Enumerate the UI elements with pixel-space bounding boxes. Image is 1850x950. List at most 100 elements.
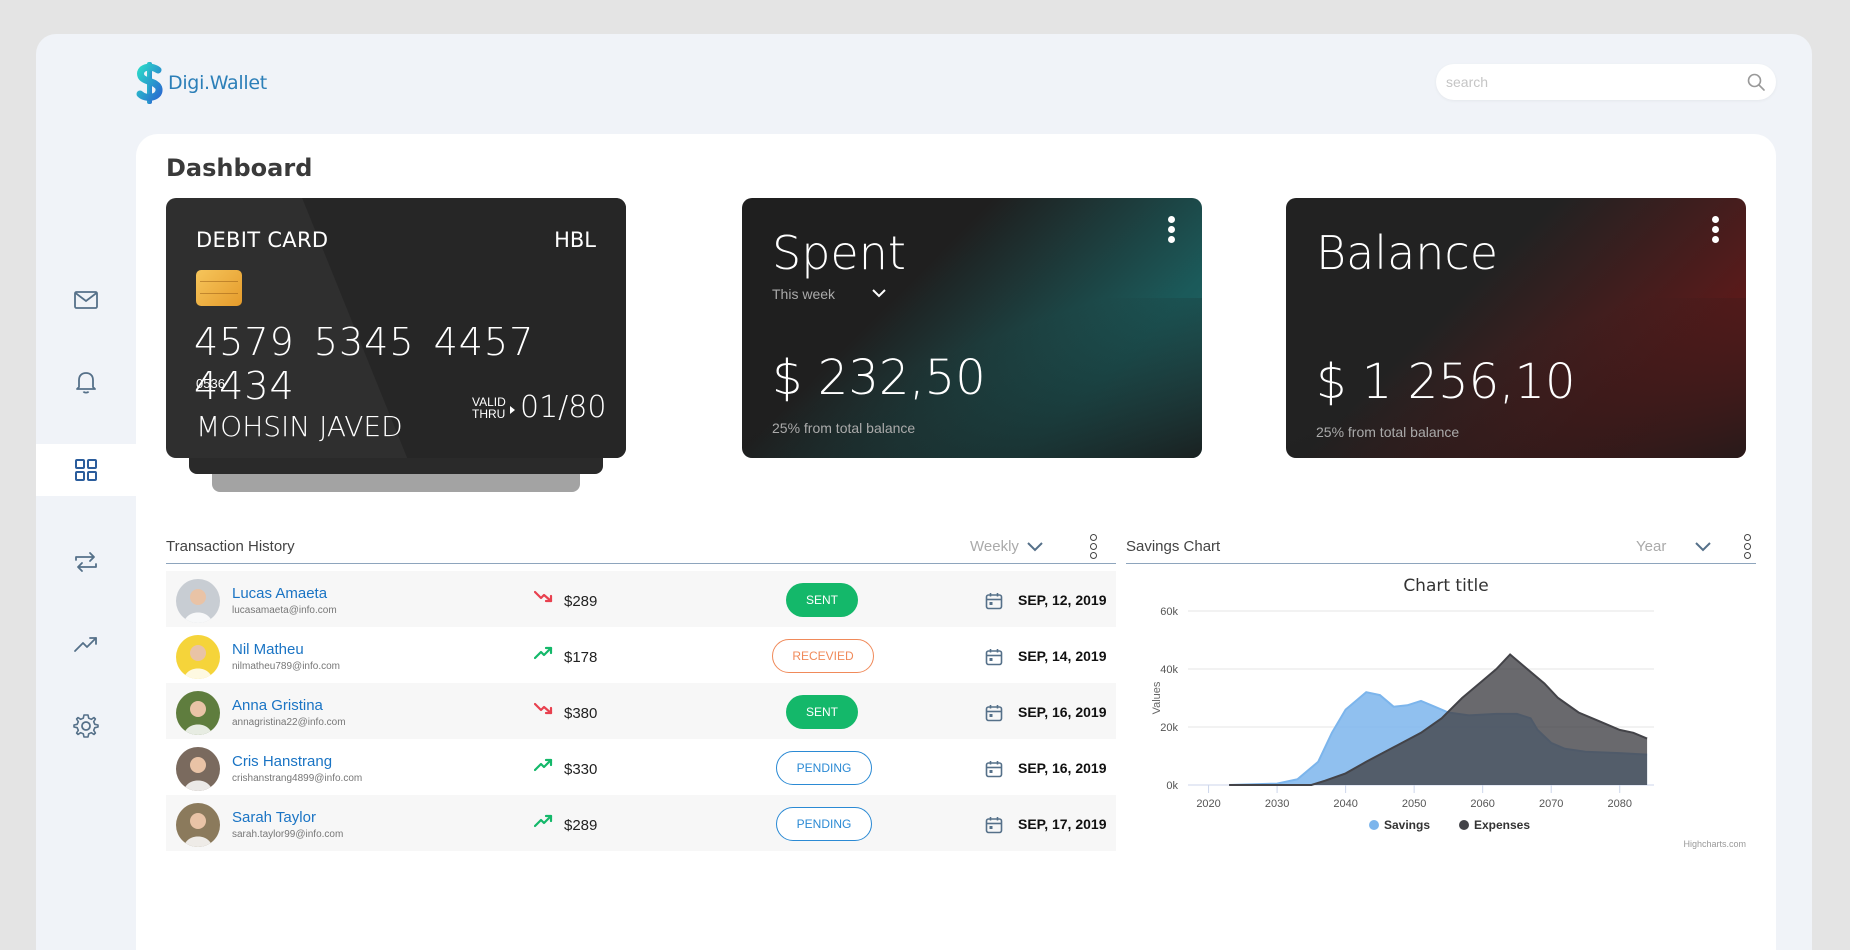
valid-thru-label: VALID THRU xyxy=(472,396,514,420)
calendar-icon xyxy=(984,591,1004,611)
card-code: 0536 xyxy=(196,376,225,391)
gear-icon xyxy=(73,714,99,738)
contact-email: lucasamaeta@info.com xyxy=(232,605,337,616)
contact-name[interactable]: Cris Hanstrang xyxy=(232,753,332,770)
spent-amount: $ 232,50 xyxy=(772,350,986,406)
contact-name[interactable]: Sarah Taylor xyxy=(232,809,316,826)
y-tick-label: 20k xyxy=(1160,722,1178,734)
avatar xyxy=(176,579,220,623)
trend-icon xyxy=(74,637,97,652)
table-row[interactable]: Nil Matheu nilmatheu789@info.com $178 RECEV… xyxy=(166,627,1116,683)
status-badge[interactable]: SENT xyxy=(786,583,858,617)
transaction-amount: $289 xyxy=(564,593,598,610)
status-badge[interactable]: PENDING xyxy=(776,807,872,841)
arrow-right-icon xyxy=(510,406,515,414)
transaction-amount: $178 xyxy=(564,649,598,666)
more-vertical-icon[interactable] xyxy=(1742,534,1752,560)
sidebar-item-dashboard[interactable] xyxy=(36,444,136,496)
trend-down-icon xyxy=(533,701,554,717)
avatar xyxy=(176,635,220,679)
sidebar-item-analytics[interactable] xyxy=(36,618,136,670)
contact-name[interactable]: Anna Gristina xyxy=(232,697,323,714)
status-badge[interactable]: SENT xyxy=(786,695,858,729)
x-tick-label: 2040 xyxy=(1333,798,1357,810)
search-input[interactable] xyxy=(1446,64,1736,100)
trend-up-icon xyxy=(533,757,554,773)
chevron-down-icon[interactable] xyxy=(1694,538,1712,554)
bell-icon xyxy=(76,372,96,394)
status-badge[interactable]: PENDING xyxy=(776,751,872,785)
y-tick-label: 0k xyxy=(1166,780,1178,792)
status-badge[interactable]: RECEVIED xyxy=(772,639,874,673)
more-vertical-icon[interactable] xyxy=(1710,216,1720,246)
contact-name[interactable]: Lucas Amaeta xyxy=(232,585,327,602)
y-tick-label: 60k xyxy=(1160,606,1178,618)
x-tick-label: 2020 xyxy=(1196,798,1220,810)
card-expiry: 01/80 xyxy=(520,390,607,425)
contact-email: crishanstrang4899@info.com xyxy=(232,773,363,784)
calendar-icon xyxy=(984,703,1004,723)
card-label: DEBIT CARD xyxy=(196,228,329,252)
transactions-list: Lucas Amaeta lucasamaeta@info.com $289 SENT… xyxy=(166,571,1116,851)
x-tick-label: 2080 xyxy=(1607,798,1631,810)
dollar-logo-icon xyxy=(136,60,166,106)
savings-header: Savings Chart Year xyxy=(1126,530,1756,564)
savings-title: Savings Chart xyxy=(1126,538,1221,555)
contact-email: nilmatheu789@info.com xyxy=(232,661,340,672)
sidebar-item-messages[interactable] xyxy=(36,274,136,326)
transactions-title: Transaction History xyxy=(166,538,295,555)
transaction-amount: $289 xyxy=(564,817,598,834)
grid-icon xyxy=(75,459,97,481)
table-row[interactable]: Anna Gristina annagristina22@info.com $380… xyxy=(166,683,1116,739)
main-panel: Dashboard DEBIT CARD HBL 4579 5345 4457 … xyxy=(136,134,1776,950)
table-row[interactable]: Cris Hanstrang crishanstrang4899@info.com… xyxy=(166,739,1116,795)
transactions-filter-select[interactable]: Weekly xyxy=(970,538,1019,555)
balance-title: Balance xyxy=(1316,226,1499,280)
transaction-date: SEP, 16, 2019 xyxy=(1018,760,1107,776)
page-title: Dashboard xyxy=(166,154,313,182)
contact-name[interactable]: Nil Matheu xyxy=(232,641,304,658)
transfer-icon xyxy=(75,552,97,572)
transaction-amount: $330 xyxy=(564,761,598,778)
spent-note: 25% from total balance xyxy=(772,420,916,436)
x-tick-label: 2060 xyxy=(1470,798,1494,810)
transaction-date: SEP, 14, 2019 xyxy=(1018,648,1107,664)
search-icon[interactable] xyxy=(1746,72,1766,92)
trend-up-icon xyxy=(533,645,554,661)
transaction-date: SEP, 17, 2019 xyxy=(1018,816,1107,832)
contact-email: annagristina22@info.com xyxy=(232,717,346,728)
mail-icon xyxy=(74,291,98,309)
y-axis-label: Values xyxy=(1151,681,1163,714)
logo[interactable]: Digi.Wallet xyxy=(136,60,267,106)
chevron-down-icon[interactable] xyxy=(870,286,888,300)
avatar xyxy=(176,691,220,735)
spent-card: Spent This week $ 232,50 25% from total … xyxy=(742,198,1202,458)
more-vertical-icon[interactable] xyxy=(1088,534,1098,560)
table-row[interactable]: Sarah Taylor sarah.taylor99@info.com $289 P… xyxy=(166,795,1116,851)
sidebar-item-notifications[interactable] xyxy=(36,356,136,408)
debit-card[interactable]: DEBIT CARD HBL 4579 5345 4457 4434 0536 … xyxy=(166,198,626,458)
chart-credit: Highcharts.com xyxy=(1683,839,1746,849)
trend-down-icon xyxy=(533,589,554,605)
balance-amount: $ 1 256,10 xyxy=(1316,354,1576,410)
more-vertical-icon[interactable] xyxy=(1166,216,1176,246)
transaction-date: SEP, 12, 2019 xyxy=(1018,592,1107,608)
legend-marker-savings xyxy=(1369,820,1379,830)
calendar-icon xyxy=(984,759,1004,779)
savings-chart: Chart title 0k 20k 40k 60k 2020 2030 2040 2050 20… xyxy=(1136,571,1756,891)
chevron-down-icon[interactable] xyxy=(1026,538,1044,554)
sidebar-item-transfers[interactable] xyxy=(36,536,136,588)
search-box xyxy=(1436,64,1776,100)
table-row[interactable]: Lucas Amaeta lucasamaeta@info.com $289 SENT… xyxy=(166,571,1116,627)
x-tick-label: 2050 xyxy=(1402,798,1426,810)
card-bank: HBL xyxy=(554,228,596,252)
spent-title: Spent xyxy=(772,226,906,280)
transaction-amount: $380 xyxy=(564,705,598,722)
chart-title: Chart title xyxy=(1403,576,1488,596)
spent-period-select[interactable]: This week xyxy=(772,286,835,302)
contact-email: sarah.taylor99@info.com xyxy=(232,829,344,840)
avatar xyxy=(176,747,220,791)
sidebar-item-settings[interactable] xyxy=(36,700,136,752)
savings-filter-select[interactable]: Year xyxy=(1636,538,1666,555)
balance-note: 25% from total balance xyxy=(1316,424,1460,440)
